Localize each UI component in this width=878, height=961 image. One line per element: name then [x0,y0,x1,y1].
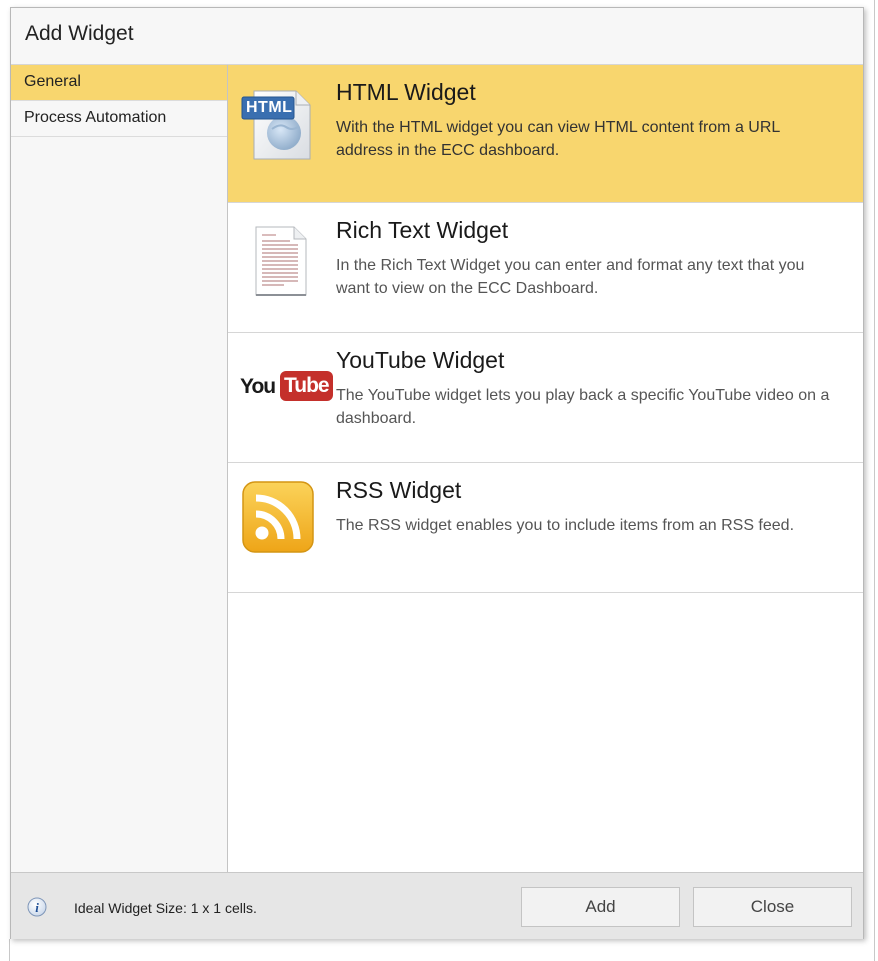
widget-description: In the Rich Text Widget you can enter an… [336,257,805,297]
widget-item-rss[interactable]: RSS Widget The RSS widget enables you to… [228,463,863,593]
widget-title: Rich Text Widget [336,217,509,243]
rich-text-document-icon [240,223,316,299]
sidebar-item-label: General [24,73,81,90]
close-button[interactable]: Close [693,887,852,927]
widget-title: HTML Widget [336,79,476,105]
widget-title: YouTube Widget [336,347,505,373]
svg-text:i: i [35,900,39,915]
add-button[interactable]: Add [521,887,680,927]
add-widget-dialog: Add Widget General Process Automation HT… [10,7,864,939]
widget-title: RSS Widget [336,477,462,503]
html-document-icon: HTML [240,85,316,161]
sidebar-item-process-automation[interactable]: Process Automation [11,101,227,137]
widget-size-info: Ideal Widget Size: 1 x 1 cells. [74,900,257,916]
page-edge-line [9,939,10,961]
youtube-logo-icon: You Tube [240,371,333,407]
sidebar-item-general[interactable]: General [11,65,227,101]
info-icon: i [27,897,47,917]
dialog-title-bar: Add Widget [11,8,863,65]
widget-item-youtube[interactable]: You Tube YouTube Widget The YouTube widg… [228,333,863,463]
page-edge-line [874,0,875,961]
widget-list: HTML HTML Widget With the HTML widget yo… [228,65,863,872]
dialog-footer: i Ideal Widget Size: 1 x 1 cells. Add Cl… [11,872,863,939]
youtube-logo-tube: Tube [280,371,333,401]
category-sidebar: General Process Automation [11,65,228,872]
widget-item-html[interactable]: HTML HTML Widget With the HTML widget yo… [228,65,863,203]
dialog-title: Add Widget [25,22,134,45]
widget-description: The YouTube widget lets you play back a … [336,387,830,427]
widget-item-rich-text[interactable]: Rich Text Widget In the Rich Text Widget… [228,203,863,333]
widget-description: With the HTML widget you can view HTML c… [336,119,780,159]
widget-description: The RSS widget enables you to include it… [336,517,795,534]
rss-feed-icon [242,481,318,557]
youtube-logo-you: You [240,375,276,398]
html-icon-label: HTML [246,99,293,116]
sidebar-item-label: Process Automation [24,109,167,126]
